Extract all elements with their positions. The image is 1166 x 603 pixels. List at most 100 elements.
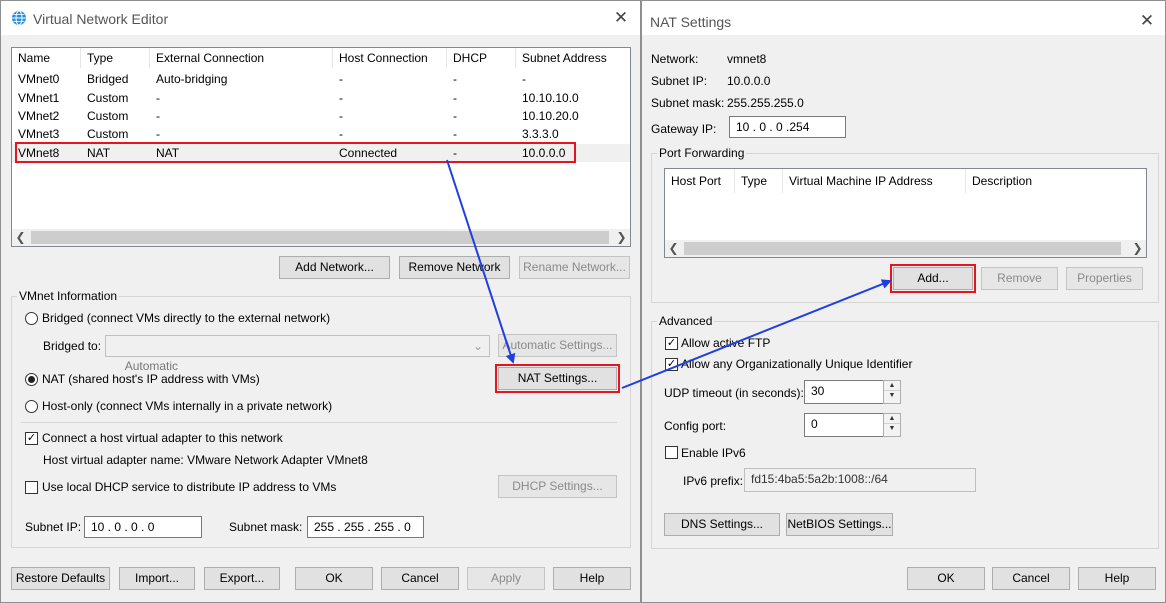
column-header-description[interactable]: Description	[966, 169, 1146, 193]
bridged-to-select[interactable]: Automatic ⌄	[105, 335, 490, 373]
chevron-right-icon[interactable]: ❯	[1129, 240, 1146, 257]
globe-network-icon	[11, 10, 27, 26]
remove-port-forward-button[interactable]: Remove	[981, 267, 1058, 290]
vmnet8-highlight-box	[15, 142, 576, 163]
help-button[interactable]: Help	[1078, 567, 1156, 590]
ipv6-prefix-field[interactable]: fd15:4ba5:5a2b:1008::/64	[744, 468, 976, 492]
cell-type: Custom	[87, 91, 129, 105]
horizontal-scrollbar[interactable]: ❮ ❯	[665, 240, 1146, 257]
column-header-host-port[interactable]: Host Port	[665, 169, 735, 193]
bridged-label[interactable]: Bridged (connect VMs directly to the ext…	[42, 311, 330, 325]
network-label: Network:	[651, 52, 699, 66]
restore-defaults-button[interactable]: Restore Defaults	[11, 567, 110, 590]
gateway-ip-field[interactable]: 10 . 0 . 0 .254	[729, 116, 846, 138]
vne-titlebar: Virtual Network Editor ✕	[1, 1, 640, 35]
enable-ipv6-label[interactable]: Enable IPv6	[681, 446, 746, 460]
nat-settings-button[interactable]: NAT Settings...	[495, 364, 620, 393]
bridged-radio[interactable]	[25, 312, 38, 325]
port-forwarding-title: Port Forwarding	[657, 146, 747, 160]
column-header-external[interactable]: External Connection	[150, 48, 333, 68]
enable-ipv6-checkbox[interactable]	[665, 446, 678, 459]
config-port-field[interactable]: 0	[804, 413, 884, 437]
table-row[interactable]: VMnet0 Bridged Auto-bridging - - -	[12, 70, 630, 88]
ok-button[interactable]: OK	[295, 567, 373, 590]
horizontal-scrollbar[interactable]: ❮ ❯	[12, 229, 630, 246]
subnet-mask-value: 255.255.255.0	[727, 96, 804, 110]
column-header-name[interactable]: Name	[12, 48, 81, 68]
spin-down-icon[interactable]: ▼	[884, 391, 900, 401]
export-button[interactable]: Export...	[204, 567, 280, 590]
chevron-left-icon[interactable]: ❮	[12, 229, 29, 246]
dhcp-settings-button[interactable]: DHCP Settings...	[498, 475, 617, 498]
properties-button[interactable]: Properties	[1066, 267, 1143, 290]
host-only-radio[interactable]	[25, 400, 38, 413]
subnet-mask-label: Subnet mask:	[651, 96, 725, 110]
cell-dhcp: -	[453, 72, 457, 86]
column-header-type[interactable]: Type	[735, 169, 783, 193]
netbios-settings-button[interactable]: NetBIOS Settings...	[786, 513, 893, 536]
cell-host: -	[339, 72, 343, 86]
cancel-button[interactable]: Cancel	[992, 567, 1070, 590]
nat-label[interactable]: NAT (shared host's IP address with VMs)	[42, 372, 260, 386]
udp-timeout-field[interactable]: 30	[804, 380, 884, 404]
close-icon[interactable]: ✕	[1137, 11, 1157, 31]
cell-external: -	[156, 109, 160, 123]
nat-radio[interactable]	[25, 373, 38, 386]
host-only-label[interactable]: Host-only (connect VMs internally in a p…	[42, 399, 332, 413]
add-network-button[interactable]: Add Network...	[279, 256, 390, 279]
column-header-host[interactable]: Host Connection	[333, 48, 447, 68]
add-port-forward-button[interactable]: Add...	[890, 264, 976, 293]
close-icon[interactable]: ✕	[611, 8, 631, 28]
table-row[interactable]: VMnet2 Custom - - - 10.10.20.0	[12, 107, 630, 125]
cell-name: VMnet3	[18, 127, 60, 141]
scrollbar-thumb[interactable]	[684, 242, 1121, 255]
chevron-down-icon: ⌄	[472, 339, 483, 353]
vmnet-information-title: VMnet Information	[17, 289, 120, 303]
advanced-title: Advanced	[657, 314, 715, 328]
cell-dhcp: -	[453, 109, 457, 123]
table-row[interactable]: VMnet1 Custom - - - 10.10.10.0	[12, 89, 630, 107]
allow-ftp-label[interactable]: Allow active FTP	[681, 336, 770, 350]
udp-timeout-spinner[interactable]: ▲ ▼	[883, 380, 901, 404]
config-port-spinner[interactable]: ▲ ▼	[883, 413, 901, 437]
remove-network-button[interactable]: Remove Network	[399, 256, 510, 279]
spin-up-icon[interactable]: ▲	[884, 381, 900, 391]
import-button[interactable]: Import...	[119, 567, 195, 590]
cell-subnet: 3.3.3.0	[522, 127, 559, 141]
nat-titlebar: NAT Settings ✕	[642, 1, 1165, 35]
subnet-ip-field[interactable]: 10 . 0 . 0 . 0	[84, 516, 202, 538]
scrollbar-thumb[interactable]	[31, 231, 609, 244]
help-button[interactable]: Help	[553, 567, 631, 590]
allow-ftp-checkbox[interactable]: ✓	[665, 337, 678, 350]
column-header-type[interactable]: Type	[81, 48, 150, 68]
column-header-vm-ip[interactable]: Virtual Machine IP Address	[783, 169, 966, 193]
connect-adapter-label[interactable]: Connect a host virtual adapter to this n…	[42, 431, 283, 445]
connect-adapter-checkbox[interactable]: ✓	[25, 432, 38, 445]
subnet-ip-label: Subnet IP:	[651, 74, 708, 88]
column-header-dhcp[interactable]: DHCP	[447, 48, 516, 68]
dhcp-checkbox[interactable]	[25, 481, 38, 494]
apply-button[interactable]: Apply	[467, 567, 545, 590]
table-row[interactable]: VMnet3 Custom - - - 3.3.3.0	[12, 125, 630, 143]
automatic-settings-button[interactable]: Automatic Settings...	[498, 334, 617, 357]
port-forwarding-list[interactable]: Host Port Type Virtual Machine IP Addres…	[664, 168, 1147, 258]
cell-host: -	[339, 109, 343, 123]
chevron-left-icon[interactable]: ❮	[665, 240, 682, 257]
dns-settings-button[interactable]: DNS Settings...	[664, 513, 780, 536]
dhcp-label[interactable]: Use local DHCP service to distribute IP …	[42, 480, 336, 494]
chevron-right-icon[interactable]: ❯	[613, 229, 630, 246]
allow-oui-label[interactable]: Allow any Organizationally Unique Identi…	[681, 357, 912, 371]
subnet-mask-field[interactable]: 255 . 255 . 255 . 0	[307, 516, 424, 538]
udp-timeout-label: UDP timeout (in seconds):	[664, 386, 804, 400]
cancel-button[interactable]: Cancel	[381, 567, 459, 590]
cell-dhcp: -	[453, 91, 457, 105]
cell-host: -	[339, 91, 343, 105]
column-header-subnet[interactable]: Subnet Address	[516, 48, 632, 68]
rename-network-button[interactable]: Rename Network...	[519, 256, 630, 279]
bridged-to-value: Automatic	[124, 359, 179, 373]
spin-up-icon[interactable]: ▲	[884, 414, 900, 424]
spin-down-icon[interactable]: ▼	[884, 424, 900, 434]
ok-button[interactable]: OK	[907, 567, 985, 590]
allow-oui-checkbox[interactable]: ✓	[665, 358, 678, 371]
bridged-to-label: Bridged to:	[43, 339, 102, 353]
